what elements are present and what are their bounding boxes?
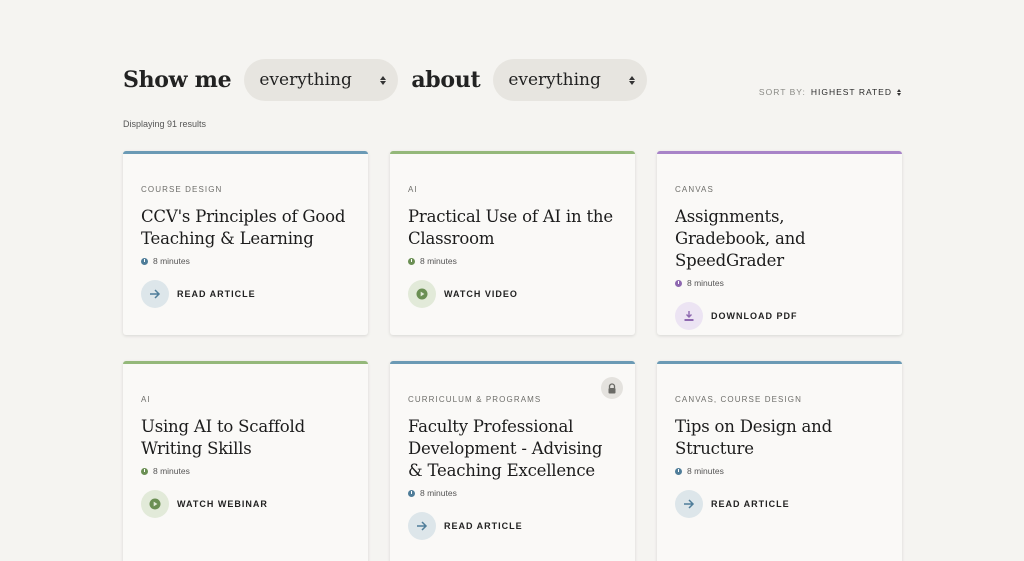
clock-icon <box>408 489 415 497</box>
duration-text: 8 minutes <box>420 488 457 498</box>
card-duration: 8 minutes <box>675 278 884 288</box>
play-icon <box>141 490 169 518</box>
resource-card[interactable]: CANVAS, COURSE DESIGN Tips on Design and… <box>657 361 902 561</box>
duration-text: 8 minutes <box>687 278 724 288</box>
download-icon <box>675 302 703 330</box>
card-action[interactable]: WATCH WEBINAR <box>141 490 350 518</box>
card-category: CANVAS, COURSE DESIGN <box>675 395 802 404</box>
card-color-bar <box>123 361 368 364</box>
card-action[interactable]: WATCH VIDEO <box>408 280 617 308</box>
card-color-bar <box>123 151 368 154</box>
clock-icon <box>141 467 148 475</box>
filter-bar: Show me everything about everything <box>123 59 660 101</box>
card-title: Assignments, Gradebook, and SpeedGrader <box>675 207 806 270</box>
topic-select[interactable]: everything <box>493 59 648 101</box>
duration-text: 8 minutes <box>687 466 724 476</box>
arrow-right-icon <box>141 280 169 308</box>
card-category: AI <box>408 185 418 194</box>
card-duration: 8 minutes <box>141 466 350 476</box>
about-label: about <box>411 67 481 93</box>
card-duration: 8 minutes <box>408 256 617 266</box>
show-me-label: Show me <box>123 67 232 93</box>
card-category: COURSE DESIGN <box>141 185 223 194</box>
card-title: Faculty Professional Development - Advis… <box>408 417 603 480</box>
topic-value: everything <box>508 70 601 90</box>
card-title: Using AI to Scaffold Writing Skills <box>141 417 305 458</box>
arrow-right-icon <box>408 512 436 540</box>
clock-icon <box>675 279 682 287</box>
card-duration: 8 minutes <box>408 488 617 498</box>
card-action[interactable]: READ ARTICLE <box>408 512 617 540</box>
card-color-bar <box>390 151 635 154</box>
card-duration: 8 minutes <box>141 256 350 266</box>
arrow-right-icon <box>675 490 703 518</box>
card-duration: 8 minutes <box>675 466 884 476</box>
action-label: DOWNLOAD PDF <box>711 311 798 321</box>
card-title: Practical Use of AI in the Classroom <box>408 207 613 248</box>
action-label: WATCH VIDEO <box>444 289 518 299</box>
card-color-bar <box>657 361 902 364</box>
card-title: CCV's Principles of Good Teaching & Lear… <box>141 207 346 248</box>
action-label: READ ARTICLE <box>711 499 790 509</box>
card-color-bar <box>390 361 635 364</box>
card-category: CANVAS <box>675 185 714 194</box>
card-color-bar <box>657 151 902 154</box>
action-label: READ ARTICLE <box>177 289 256 299</box>
resource-card[interactable]: AI Practical Use of AI in the Classroom … <box>390 151 635 335</box>
resource-card[interactable]: COURSE DESIGN CCV's Principles of Good T… <box>123 151 368 335</box>
resource-card[interactable]: CANVAS Assignments, Gradebook, and Speed… <box>657 151 902 335</box>
sort-select[interactable]: HIGHEST RATED <box>811 87 892 97</box>
results-count: Displaying 91 results <box>123 119 207 129</box>
sort-label: SORT BY: <box>758 87 806 97</box>
duration-text: 8 minutes <box>153 256 190 266</box>
select-arrows-icon <box>629 75 636 85</box>
sort-arrows-icon[interactable] <box>897 88 901 96</box>
card-title: Tips on Design and Structure <box>675 417 832 458</box>
duration-text: 8 minutes <box>420 256 457 266</box>
content-type-value: everything <box>259 70 352 90</box>
play-icon <box>408 280 436 308</box>
card-action[interactable]: READ ARTICLE <box>675 490 884 518</box>
card-action[interactable]: DOWNLOAD PDF <box>675 302 884 330</box>
resource-card[interactable]: CURRICULUM & PROGRAMS Faculty Profession… <box>390 361 635 561</box>
select-arrows-icon <box>380 75 387 85</box>
clock-icon <box>141 257 148 265</box>
clock-icon <box>408 257 415 265</box>
card-category: CURRICULUM & PROGRAMS <box>408 395 542 404</box>
resource-card[interactable]: AI Using AI to Scaffold Writing Skills 8… <box>123 361 368 561</box>
sort-control: SORT BY: HIGHEST RATED <box>759 87 901 97</box>
content-type-select[interactable]: everything <box>244 59 399 101</box>
clock-icon <box>675 467 682 475</box>
card-category: AI <box>141 395 151 404</box>
action-label: READ ARTICLE <box>444 521 523 531</box>
duration-text: 8 minutes <box>153 466 190 476</box>
card-action[interactable]: READ ARTICLE <box>141 280 350 308</box>
action-label: WATCH WEBINAR <box>177 499 268 509</box>
